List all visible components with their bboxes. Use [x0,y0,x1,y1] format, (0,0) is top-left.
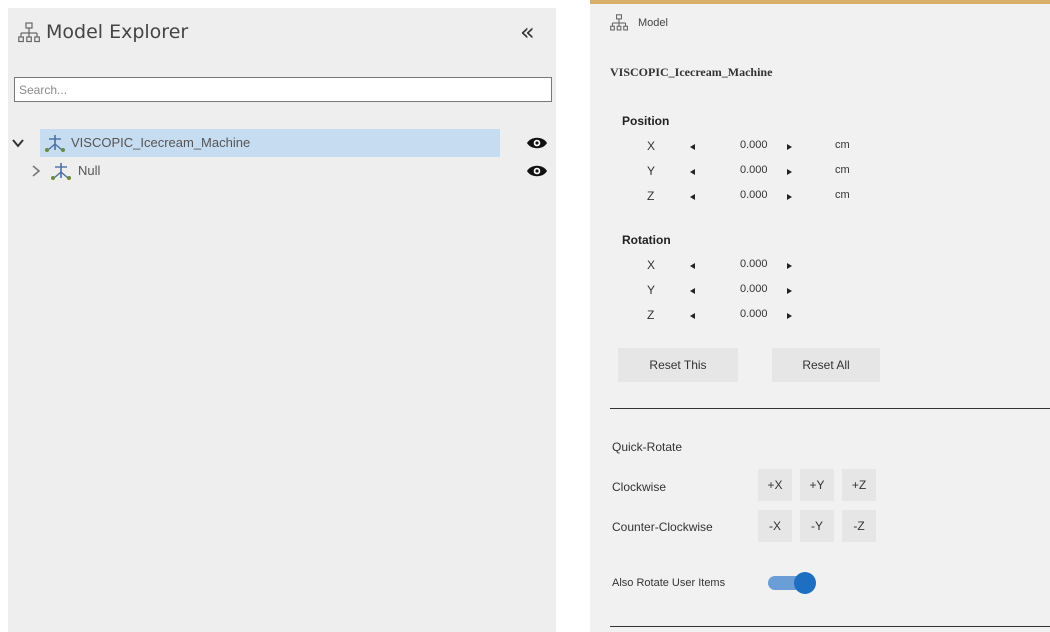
decrement-arrow-icon[interactable] [690,169,695,175]
rotation-x-value[interactable]: 0.000 [740,258,768,270]
reset-all-button[interactable]: Reset All [772,348,880,382]
model-node-icon [45,135,65,152]
axis-label: Z [647,308,655,322]
unit-label: cm [835,189,850,201]
increment-arrow-icon[interactable] [787,144,792,150]
also-rotate-label: Also Rotate User Items [612,577,726,589]
tree-label: VISCOPIC_Icecream_Machine [71,135,251,150]
rotation-y-value[interactable]: 0.000 [740,283,768,295]
position-z-row: Z 0.000 cm [590,189,990,209]
eye-icon[interactable] [526,135,548,151]
axis-label: Y [647,283,656,297]
axis-label: Y [647,164,656,178]
increment-arrow-icon[interactable] [787,313,792,319]
rotate-minus-x-button[interactable]: -X [758,510,792,542]
decrement-arrow-icon[interactable] [690,194,695,200]
eye-icon[interactable] [526,163,548,179]
decrement-arrow-icon[interactable] [690,288,695,294]
explorer-header: Model Explorer « [8,8,556,58]
decrement-arrow-icon[interactable] [690,144,695,150]
panel-title: Model [638,17,668,29]
unit-label: cm [835,164,850,176]
position-y-row: Y 0.000 cm [590,164,990,184]
top-accent-bar [590,0,1050,4]
toggle-knob [794,572,816,594]
axis-label: X [647,258,656,272]
rotate-minus-z-button[interactable]: -Z [842,510,876,542]
rotation-x-row: X 0.000 [590,258,990,278]
rotate-plus-x-button[interactable]: +X [758,469,792,501]
increment-arrow-icon[interactable] [787,288,792,294]
model-explorer-panel: Model Explorer « VISCOPIC_Icecream_Machi… [8,8,556,632]
counter-clockwise-label: Counter-Clockwise [612,520,713,534]
axis-label: X [647,139,656,153]
chevron-down-icon[interactable] [11,136,25,150]
hierarchy-icon [610,14,628,31]
quick-rotate-heading: Quick-Rotate [612,440,683,454]
also-rotate-toggle[interactable] [768,572,816,594]
tree-row-viscopic-icecream-machine[interactable]: VISCOPIC_Icecream_Machine [8,129,556,157]
position-z-value[interactable]: 0.000 [740,189,768,201]
rotation-y-row: Y 0.000 [590,283,990,303]
hierarchy-icon [18,22,40,43]
rotation-z-value[interactable]: 0.000 [740,308,768,320]
model-node-icon [51,163,71,180]
collapse-panel-button[interactable]: « [520,18,535,46]
decrement-arrow-icon[interactable] [690,313,695,319]
rotate-plus-y-button[interactable]: +Y [800,469,834,501]
rotate-plus-z-button[interactable]: +Z [842,469,876,501]
section-divider [610,626,1050,627]
position-x-value[interactable]: 0.000 [740,139,768,151]
rotate-minus-y-button[interactable]: -Y [800,510,834,542]
reset-this-button[interactable]: Reset This [618,348,738,382]
section-divider [610,408,1050,409]
unit-label: cm [835,139,850,151]
rotation-heading: Rotation [622,233,671,247]
clockwise-label: Clockwise [612,480,667,494]
search-input[interactable] [14,77,552,102]
decrement-arrow-icon[interactable] [690,263,695,269]
increment-arrow-icon[interactable] [787,169,792,175]
axis-label: Z [647,189,655,203]
increment-arrow-icon[interactable] [787,263,792,269]
model-properties-panel: Model VISCOPIC_Icecream_Machine Position… [590,0,1050,632]
model-name: VISCOPIC_Icecream_Machine [610,65,773,79]
position-heading: Position [622,114,670,128]
tree-label: Null [78,163,101,178]
increment-arrow-icon[interactable] [787,194,792,200]
chevron-right-icon[interactable] [29,164,43,178]
rotation-z-row: Z 0.000 [590,308,990,328]
tree-row-null[interactable]: Null [8,157,556,185]
position-y-value[interactable]: 0.000 [740,164,768,176]
explorer-title: Model Explorer [46,21,189,43]
position-x-row: X 0.000 cm [590,139,990,159]
